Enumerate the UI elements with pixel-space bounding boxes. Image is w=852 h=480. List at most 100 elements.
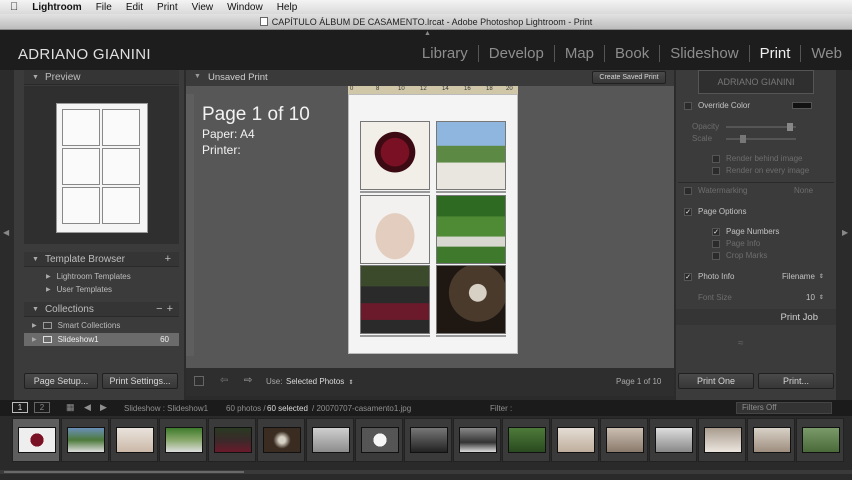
template-folder-lightroom[interactable]: ▶ Lightroom Templates — [46, 270, 131, 283]
filmstrip-thumbnail[interactable] — [747, 418, 795, 462]
render-every-row[interactable]: Render on every image — [712, 166, 809, 175]
photo-cell[interactable] — [436, 265, 506, 334]
filmstrip-thumbnail[interactable] — [698, 418, 746, 462]
module-library[interactable]: Library — [412, 45, 478, 62]
template-folder-label: User Templates — [56, 285, 113, 294]
filmstrip-thumbnail[interactable] — [159, 418, 207, 462]
photo-cell[interactable] — [360, 265, 430, 334]
collection-slideshow1[interactable]: ▶ Slideshow1 60 — [24, 333, 179, 346]
crop-marks-checkbox[interactable] — [712, 251, 720, 260]
apple-icon[interactable]:  — [10, 1, 18, 13]
forward-arrow-icon[interactable]: ▶ — [100, 402, 107, 413]
menu-help[interactable]: Help — [277, 2, 298, 13]
page-options-row[interactable]: ✓ Page Options — [684, 207, 746, 216]
module-slideshow[interactable]: Slideshow — [659, 45, 748, 62]
source-label[interactable]: Slideshow : Slideshow1 — [124, 404, 208, 413]
next-page-icon[interactable]: ⇨ — [244, 375, 252, 386]
print-one-button[interactable]: Print One — [678, 373, 754, 389]
menu-window[interactable]: Window — [227, 2, 263, 13]
menu-file[interactable]: File — [96, 2, 112, 13]
scale-handle[interactable] — [740, 135, 746, 143]
override-color-checkbox[interactable] — [684, 101, 692, 110]
menu-print[interactable]: Print — [157, 2, 178, 13]
module-book[interactable]: Book — [604, 45, 659, 62]
filmstrip-thumbnail[interactable] — [12, 418, 60, 462]
page-numbers-row[interactable]: ✓ Page Numbers — [712, 227, 779, 236]
page-options-checkbox[interactable]: ✓ — [684, 207, 692, 216]
use-selector[interactable]: Selected Photos ⇕ — [286, 377, 354, 386]
secondary-window-button[interactable]: 2 — [34, 402, 50, 413]
add-collection-icon[interactable]: + — [167, 303, 173, 315]
module-develop[interactable]: Develop — [477, 45, 554, 62]
filmstrip-thumbnail[interactable] — [110, 418, 158, 462]
photo-cell[interactable] — [436, 121, 506, 190]
main-window-button[interactable]: 1 — [12, 402, 28, 413]
back-arrow-icon[interactable]: ◀ — [84, 402, 91, 413]
font-size-selector[interactable]: 10 ⇕ — [806, 293, 824, 302]
module-map[interactable]: Map — [553, 45, 604, 62]
disclosure-right-icon: ▶ — [46, 274, 51, 280]
filmstrip-thumbnail[interactable] — [306, 418, 354, 462]
template-browser-header[interactable]: ▼ Template Browser + — [24, 252, 179, 267]
collapse-icon[interactable]: ▼ — [194, 73, 201, 80]
collection-smart[interactable]: ▶ Smart Collections — [24, 319, 179, 332]
collapse-top-icon[interactable]: ▲ — [424, 30, 431, 37]
left-panel-toggle-icon[interactable]: ◀ — [3, 228, 9, 237]
template-folder-user[interactable]: ▶ User Templates — [46, 283, 112, 296]
right-panel-toggle-icon[interactable]: ▶ — [842, 228, 848, 237]
page-info-checkbox[interactable] — [712, 239, 720, 248]
menu-app[interactable]: Lightroom — [32, 2, 81, 13]
color-swatch[interactable] — [792, 102, 812, 109]
photo-cell[interactable] — [360, 195, 430, 264]
filmstrip-thumbnail[interactable] — [61, 418, 109, 462]
render-behind-row[interactable]: Render behind image — [712, 154, 803, 163]
print-button[interactable]: Print... — [758, 373, 834, 389]
menu-view[interactable]: View — [192, 2, 214, 13]
add-template-icon[interactable]: + — [165, 253, 171, 265]
print-settings-button[interactable]: Print Settings... — [102, 373, 178, 389]
photo-info-selector[interactable]: Filename ⇕ — [782, 272, 824, 281]
first-page-icon[interactable] — [194, 376, 204, 386]
filter-dropdown[interactable]: Filters Off — [736, 402, 832, 414]
identity-plate-preview[interactable]: ADRIANO GIANINI — [698, 70, 814, 94]
filmstrip-thumbnail[interactable] — [600, 418, 648, 462]
previous-page-icon[interactable]: ⇦ — [220, 375, 228, 386]
menu-edit[interactable]: Edit — [126, 2, 143, 13]
filmstrip-thumbnail[interactable] — [257, 418, 305, 462]
page-setup-button[interactable]: Page Setup... — [24, 373, 98, 389]
filmstrip-thumbnail[interactable] — [404, 418, 452, 462]
filmstrip-thumbnail[interactable] — [796, 418, 844, 462]
watermark-value[interactable]: None — [794, 186, 813, 195]
module-web[interactable]: Web — [800, 45, 852, 62]
filmstrip-thumbnail[interactable] — [208, 418, 256, 462]
crop-marks-row[interactable]: Crop Marks — [712, 251, 767, 260]
module-print[interactable]: Print — [748, 45, 801, 62]
page-info-row[interactable]: Page Info — [712, 239, 760, 248]
watermarking-checkbox[interactable] — [684, 186, 692, 195]
override-color-row[interactable]: Override Color — [684, 101, 750, 110]
filmstrip-thumbnail[interactable] — [502, 418, 550, 462]
watermarking-row[interactable]: Watermarking — [684, 186, 748, 195]
grid-icon[interactable]: ▦ — [66, 402, 75, 413]
remove-collection-icon[interactable]: − — [156, 303, 162, 315]
current-filename[interactable]: / 20070707-casamento1.jpg — [312, 404, 411, 413]
photo-info-checkbox[interactable]: ✓ — [684, 272, 692, 281]
photo-cell[interactable] — [436, 195, 506, 264]
filmstrip-thumbnail[interactable] — [649, 418, 697, 462]
filmstrip-thumbnail[interactable] — [453, 418, 501, 462]
photo-cell[interactable] — [360, 121, 430, 190]
filmstrip-thumbnail[interactable] — [355, 418, 403, 462]
opacity-handle[interactable] — [787, 123, 793, 131]
render-every-checkbox[interactable] — [712, 166, 720, 175]
photo-info-row[interactable]: ✓ Photo Info — [684, 272, 734, 281]
collections-header[interactable]: ▼ Collections − + — [24, 302, 179, 317]
scale-slider[interactable] — [726, 138, 796, 140]
print-job-header[interactable]: Print Job — [676, 309, 836, 325]
filmstrip-scroll-thumb[interactable] — [4, 471, 244, 473]
page-numbers-checkbox[interactable]: ✓ — [712, 227, 720, 236]
filmstrip-thumbnail[interactable] — [551, 418, 599, 462]
opacity-slider[interactable] — [726, 126, 796, 128]
create-saved-print-button[interactable]: Create Saved Print — [592, 71, 666, 84]
preview-header[interactable]: ▼ Preview — [24, 70, 179, 85]
render-behind-checkbox[interactable] — [712, 154, 720, 163]
